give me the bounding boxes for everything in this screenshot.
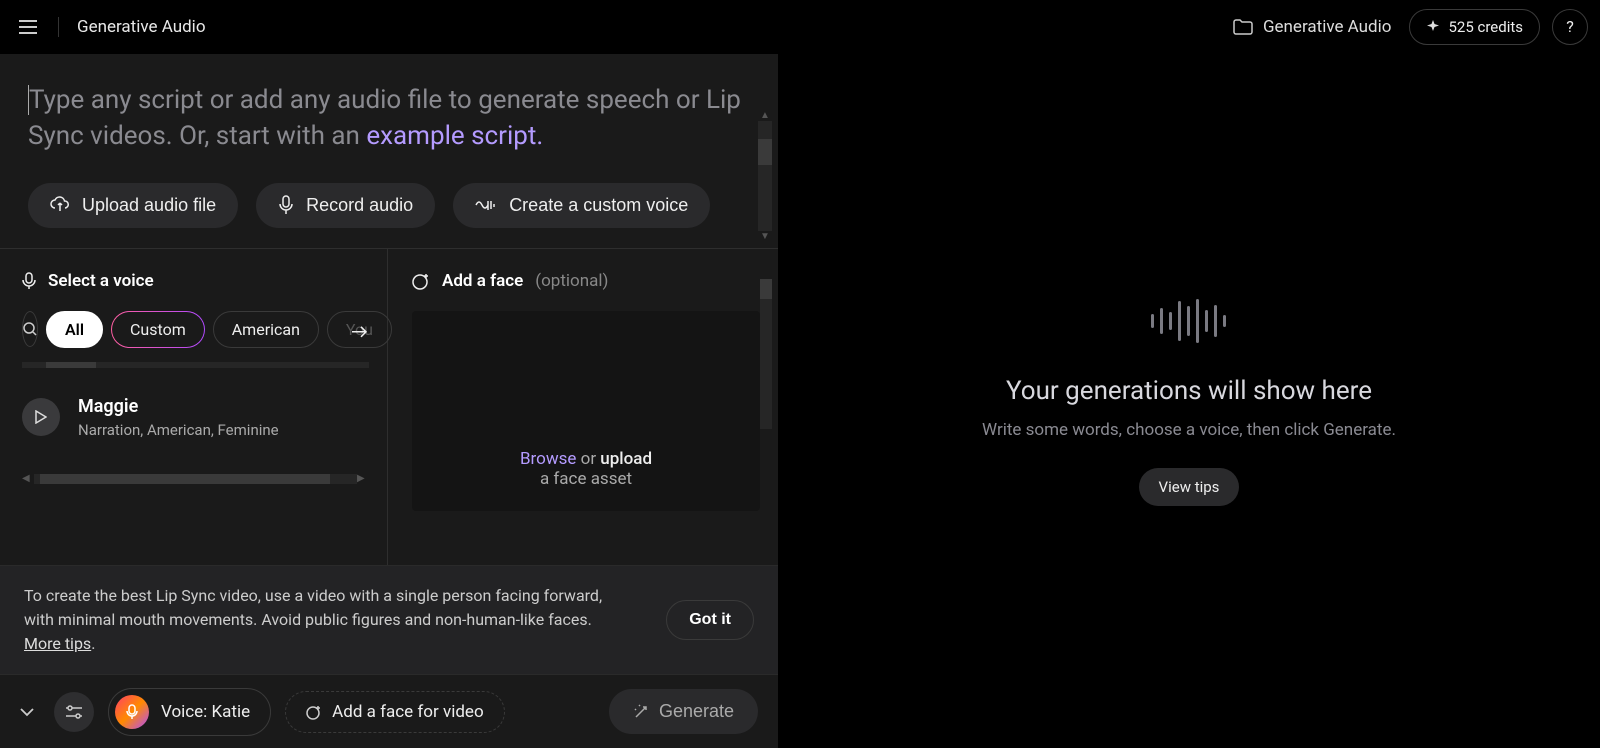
arrow-right-icon (351, 325, 367, 339)
empty-state-sub: Write some words, choose a voice, then c… (982, 420, 1396, 440)
face-panel-title: Add a face (442, 271, 523, 291)
settings-button[interactable] (54, 692, 94, 732)
view-tips-button[interactable]: View tips (1139, 468, 1240, 506)
folder-chip[interactable]: Generative Audio (1233, 17, 1392, 37)
search-voices-button[interactable] (22, 311, 38, 347)
script-input[interactable]: Type any script or add any audio file to… (28, 82, 748, 155)
tip-bar: To create the best Lip Sync video, use a… (0, 565, 778, 674)
folder-label: Generative Audio (1263, 17, 1392, 37)
play-voice-button[interactable] (22, 398, 60, 436)
voice-avatar (115, 695, 149, 729)
sliders-icon (65, 705, 83, 719)
top-bar: Generative Audio Generative Audio 525 cr… (0, 0, 1600, 54)
face-add-icon (306, 704, 322, 720)
microphone-icon (126, 704, 138, 720)
generate-button[interactable]: Generate (609, 689, 758, 734)
divider (58, 17, 59, 37)
credits-button[interactable]: 525 credits (1409, 9, 1540, 45)
empty-state-title: Your generations will show here (982, 376, 1396, 406)
voice-name: Maggie (78, 396, 279, 417)
voice-item[interactable]: Maggie Narration, American, Feminine (22, 396, 369, 439)
voice-panel-title: Select a voice (48, 271, 154, 291)
got-it-button[interactable]: Got it (666, 600, 754, 640)
folder-icon (1233, 19, 1253, 35)
voice-selector[interactable]: Voice: Katie (108, 688, 271, 736)
face-panel: Add a face (optional) Browse or upload a… (388, 249, 778, 565)
chip-scrollbar[interactable] (22, 362, 369, 368)
upload-link[interactable]: upload (600, 449, 652, 469)
record-audio-button[interactable]: Record audio (256, 183, 435, 228)
microphone-icon (22, 272, 36, 290)
voice-wave-icon (475, 196, 497, 214)
cloud-upload-icon (50, 196, 70, 214)
face-scrollbar[interactable] (760, 279, 772, 429)
left-pane: Type any script or add any audio file to… (0, 54, 778, 748)
voice-selector-label: Voice: Katie (161, 702, 250, 722)
play-icon (35, 410, 47, 424)
face-dropzone[interactable]: Browse or upload a face asset (412, 311, 760, 511)
dropzone-sub: a face asset (540, 469, 632, 489)
voice-list-h-scrollbar[interactable]: ◀▶ (22, 473, 369, 485)
tip-text: To create the best Lip Sync video, use a… (24, 584, 604, 656)
menu-icon[interactable] (12, 11, 44, 43)
chip-american[interactable]: American (213, 311, 319, 348)
add-face-button[interactable]: Add a face for video (285, 691, 504, 733)
face-panel-optional: (optional) (535, 271, 608, 291)
chip-all[interactable]: All (46, 311, 103, 348)
collapse-button[interactable] (20, 702, 40, 721)
waveform-icon (982, 296, 1396, 346)
browse-link[interactable]: Browse (520, 449, 576, 469)
credits-label: 525 credits (1448, 18, 1523, 36)
microphone-icon (278, 195, 294, 215)
bottom-bar: Voice: Katie Add a face for video Genera… (0, 674, 778, 748)
upload-audio-button[interactable]: Upload audio file (28, 183, 238, 228)
help-button[interactable]: ? (1552, 9, 1588, 45)
chevron-down-icon (20, 707, 34, 717)
face-add-icon (412, 272, 430, 290)
chips-scroll-right[interactable] (345, 318, 373, 346)
voice-panel: Select a voice All Custom American You (0, 249, 388, 565)
voice-desc: Narration, American, Feminine (78, 421, 279, 439)
chip-custom[interactable]: Custom (111, 311, 205, 348)
help-icon: ? (1566, 17, 1574, 36)
right-pane: Your generations will show here Write so… (778, 54, 1600, 748)
sparkle-icon (1426, 20, 1440, 34)
voice-list-v-scrollbar[interactable]: ▲▼ (758, 110, 772, 260)
example-script-link[interactable]: example script. (366, 121, 543, 151)
wand-icon (633, 704, 649, 720)
custom-voice-button[interactable]: Create a custom voice (453, 183, 710, 228)
search-icon (23, 322, 37, 336)
more-tips-link[interactable]: More tips (24, 634, 91, 653)
page-title: Generative Audio (77, 17, 206, 37)
